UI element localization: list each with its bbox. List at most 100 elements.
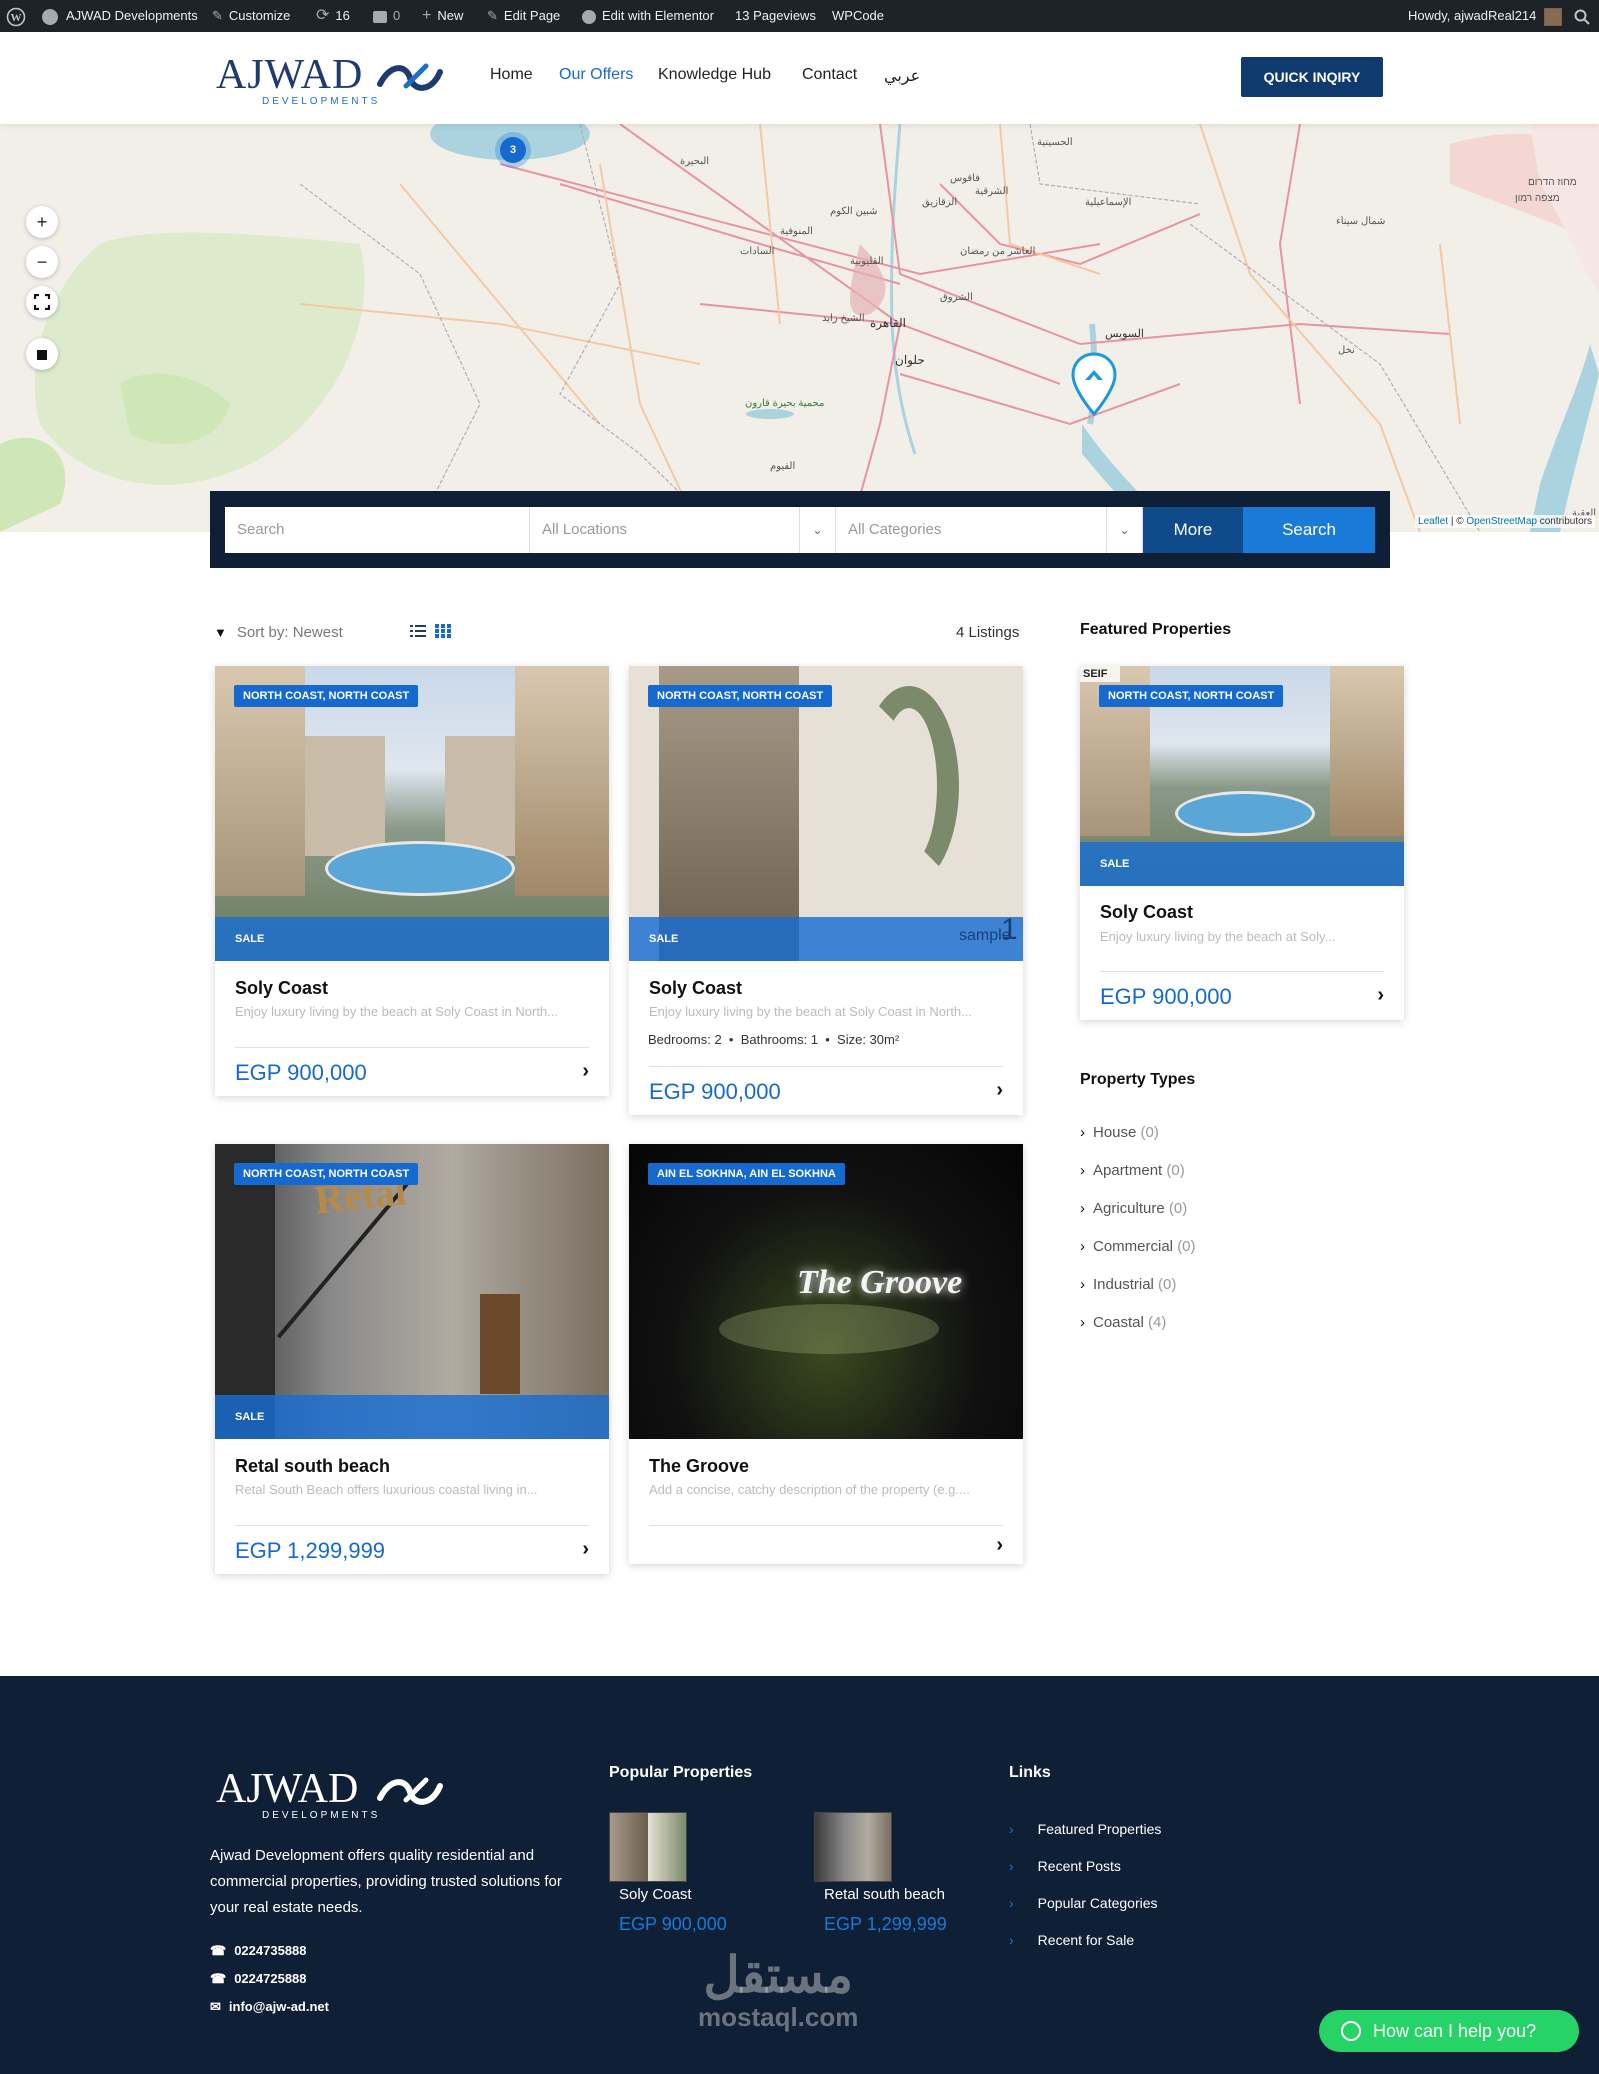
property-description: Retal South Beach offers luxurious coast… xyxy=(235,1482,538,1497)
elementor-icon xyxy=(582,9,596,24)
search-button[interactable]: Search xyxy=(1243,507,1375,553)
admin-account-link[interactable]: Howdy, ajwadReal214 xyxy=(1408,0,1563,32)
chevron-down-icon: ⌄ xyxy=(799,507,835,553)
property-title[interactable]: Soly Coast xyxy=(235,978,328,999)
quick-inquiry-button[interactable]: QUICK INQIRY xyxy=(1241,57,1383,97)
nav-arabic[interactable]: عربي xyxy=(884,66,920,86)
site-logo[interactable]: AJWAD DEVELOPMENTS xyxy=(216,52,443,112)
sale-band: SALE sample 1 xyxy=(629,913,1023,961)
property-types-heading: Property Types xyxy=(1080,1071,1196,1088)
admin-customize-link[interactable]: ✎ Customize xyxy=(212,0,290,32)
admin-pageviews-link[interactable]: 13 Pageviews xyxy=(735,0,816,32)
grid-view-icon[interactable] xyxy=(435,624,451,642)
footer-link[interactable]: › Featured Properties xyxy=(1009,1821,1161,1837)
search-input[interactable]: Search xyxy=(225,507,530,553)
search-icon[interactable] xyxy=(1574,0,1590,32)
admin-site-link[interactable]: AJWAD Developments xyxy=(42,0,198,32)
property-card[interactable]: The Groove AIN EL SOKHNA, AIN EL SOKHNA … xyxy=(629,1144,1023,1564)
list-view-icon[interactable] xyxy=(410,624,426,642)
location-select[interactable]: All Locations ⌄ xyxy=(530,507,836,553)
location-badge: NORTH COAST, NORTH COAST xyxy=(234,1163,419,1185)
admin-new-link[interactable]: + New xyxy=(422,0,463,32)
property-title[interactable]: Retal south beach xyxy=(235,1456,390,1477)
popular-name[interactable]: Retal south beach xyxy=(824,1886,945,1903)
svg-text:السويس: السويس xyxy=(1105,328,1144,340)
property-type-house[interactable]: › House (0) xyxy=(1080,1124,1159,1141)
svg-text:العاشر من رمضان: العاشر من رمضان xyxy=(960,246,1035,257)
footer-link[interactable]: › Recent for Sale xyxy=(1009,1932,1134,1948)
footer-phone-1[interactable]: ☎ 0224735888 xyxy=(210,1943,307,1959)
zoom-in-button[interactable]: + xyxy=(26,206,58,238)
map-cluster-marker[interactable]: 3 xyxy=(495,132,531,168)
phone-icon: ☎ xyxy=(210,1971,227,1986)
footer-link[interactable]: › Recent Posts xyxy=(1009,1858,1121,1874)
property-type-apartment[interactable]: › Apartment (0) xyxy=(1080,1162,1185,1179)
footer-phone-2[interactable]: ☎ 0224725888 xyxy=(210,1971,307,1987)
nav-contact[interactable]: Contact xyxy=(802,66,857,84)
property-card[interactable]: NORTH COAST, NORTH COAST SALE Soly Coast… xyxy=(215,666,609,1096)
property-map[interactable]: القاهرة حلوان السويس الإسماعيلية الزقازي… xyxy=(0,124,1599,532)
wordpress-icon[interactable]: W xyxy=(6,0,26,32)
dashboard-icon xyxy=(42,8,58,25)
category-select[interactable]: All Categories ⌄ xyxy=(836,507,1143,553)
nav-home[interactable]: Home xyxy=(490,66,533,84)
location-badge: AIN EL SOKHNA, AIN EL SOKHNA xyxy=(648,1163,845,1185)
nav-our-offers[interactable]: Our Offers xyxy=(559,66,633,84)
popular-price: EGP 1,299,999 xyxy=(824,1914,947,1934)
popular-thumbnail[interactable] xyxy=(814,1812,892,1882)
svg-text:نخل: نخل xyxy=(1338,345,1355,356)
footer-link[interactable]: › Popular Categories xyxy=(1009,1895,1158,1911)
svg-text:الإسماعيلية: الإسماعيلية xyxy=(1085,197,1131,208)
property-image: The Groove AIN EL SOKHNA, AIN EL SOKHNA xyxy=(629,1144,1023,1439)
location-badge: NORTH COAST, NORTH COAST xyxy=(234,685,419,707)
popular-name[interactable]: Soly Coast xyxy=(619,1886,692,1903)
avatar xyxy=(1544,7,1563,26)
groove-sign: The Groove xyxy=(797,1264,963,1301)
popular-thumbnail[interactable] xyxy=(609,1812,687,1882)
admin-edit-page-link[interactable]: ✎ Edit Page xyxy=(487,0,560,32)
admin-bar: W AJWAD Developments ✎ Customize ⟳ 16 0 + N… xyxy=(0,0,1599,32)
nav-knowledge-hub[interactable]: Knowledge Hub xyxy=(658,66,771,84)
admin-comments-link[interactable]: 0 xyxy=(373,0,400,32)
chevron-right-icon[interactable]: › xyxy=(582,1538,589,1561)
more-filters-button[interactable]: More xyxy=(1143,507,1243,553)
divider xyxy=(649,1525,1003,1526)
property-title[interactable]: Soly Coast xyxy=(1100,902,1193,923)
fullscreen-icon[interactable] xyxy=(26,286,58,318)
osm-link[interactable]: OpenStreetMap xyxy=(1466,516,1537,527)
admin-updates-link[interactable]: ⟳ 16 xyxy=(316,0,350,32)
svg-text:الشيخ زايد: الشيخ زايد xyxy=(822,313,865,324)
property-type-agriculture[interactable]: › Agriculture (0) xyxy=(1080,1200,1187,1217)
footer-logo[interactable]: AJWAD DEVELOPMENTS xyxy=(216,1766,443,1821)
svg-text:מחוז הדרום: מחוז הדרום xyxy=(1528,177,1577,188)
admin-wpcode-link[interactable]: WPCode xyxy=(832,0,884,32)
map-draw-icon[interactable] xyxy=(26,338,58,370)
chevron-right-icon: › xyxy=(1009,1932,1014,1948)
map-pin-icon[interactable] xyxy=(1070,352,1118,418)
footer-about: Ajwad Development offers quality residen… xyxy=(210,1847,562,1916)
search-bar: Search All Locations ⌄ All Categories ⌄ Mo… xyxy=(210,491,1390,568)
footer-email[interactable]: ✉ info@ajw-ad.net xyxy=(210,1999,329,2015)
leaflet-link[interactable]: Leaflet xyxy=(1418,516,1448,527)
property-card[interactable]: NORTH COAST, NORTH COAST SALE sample 1 Sol… xyxy=(629,666,1023,1115)
whatsapp-chat-button[interactable]: How can I help you? xyxy=(1319,2010,1579,2052)
divider xyxy=(235,1525,589,1526)
property-type-coastal[interactable]: › Coastal (4) xyxy=(1080,1314,1166,1331)
chevron-right-icon[interactable]: › xyxy=(996,1079,1003,1102)
zoom-out-button[interactable]: − xyxy=(26,246,58,278)
chevron-right-icon[interactable]: › xyxy=(996,1534,1003,1557)
property-title[interactable]: Soly Coast xyxy=(649,978,742,999)
property-card[interactable]: Retal NORTH COAST, NORTH COAST SALE Reta… xyxy=(215,1144,609,1574)
svg-text:شمال سيناء: شمال سيناء xyxy=(1336,216,1385,227)
featured-card[interactable]: SEIF NORTH COAST, NORTH COAST SALE Soly … xyxy=(1080,666,1404,1020)
chevron-right-icon[interactable]: › xyxy=(1377,984,1384,1007)
svg-text:الشروق: الشروق xyxy=(940,292,973,303)
property-type-commercial[interactable]: › Commercial (0) xyxy=(1080,1238,1196,1255)
watermark: مستقل mostaql.com xyxy=(698,1947,859,2032)
svg-text:القليوبية: القليوبية xyxy=(850,256,884,267)
admin-elementor-link[interactable]: Edit with Elementor xyxy=(582,0,714,32)
property-title[interactable]: The Groove xyxy=(649,1456,749,1477)
property-type-industrial[interactable]: › Industrial (0) xyxy=(1080,1276,1176,1293)
chevron-right-icon[interactable]: › xyxy=(582,1060,589,1083)
sort-dropdown[interactable]: ▼ Sort by: Newest xyxy=(214,624,343,641)
